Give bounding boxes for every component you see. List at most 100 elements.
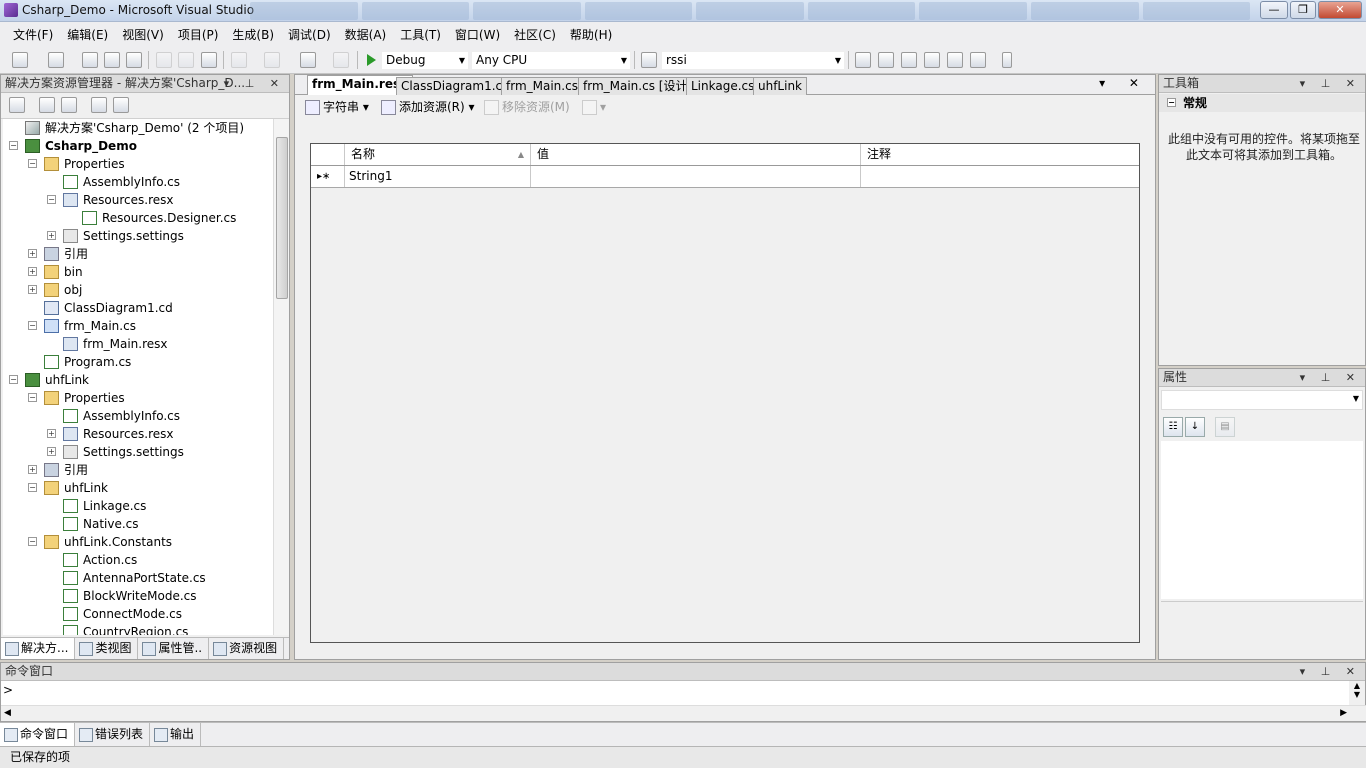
paste-icon[interactable] [201, 52, 217, 68]
collapse-icon[interactable]: − [28, 159, 37, 168]
add-item-icon[interactable] [48, 52, 64, 68]
property-pages-icon[interactable]: ▤ [1215, 417, 1235, 437]
view-code-icon[interactable] [91, 97, 107, 113]
toolbox-group-general[interactable]: − 常规 [1159, 94, 1365, 112]
solution-platform-dropdown[interactable]: Any CPU ▼ [471, 51, 631, 70]
tree-item[interactable]: Action.cs [3, 551, 273, 569]
start-debugging-icon[interactable] [367, 54, 376, 66]
bottom-tab[interactable]: 错误列表 [75, 723, 151, 746]
close-window-button[interactable]: ✕ [1318, 1, 1362, 19]
tree-item[interactable]: AssemblyInfo.cs [3, 173, 273, 191]
menu-item[interactable]: 数据(A) [338, 26, 394, 43]
refresh-icon[interactable] [61, 97, 77, 113]
collapse-icon[interactable]: − [28, 321, 37, 330]
explorer-tab[interactable]: 资源视图 [209, 638, 285, 659]
column-header-value[interactable]: 值 [531, 144, 861, 165]
cell-comment[interactable] [861, 166, 1139, 187]
table-row[interactable]: ▸∗ String1 [311, 166, 1139, 188]
solution-configuration-dropdown[interactable]: Debug ▼ [381, 51, 469, 70]
expand-icon[interactable]: + [47, 447, 56, 456]
explorer-tab[interactable]: 类视图 [75, 638, 139, 659]
command-horizontal-scrollbar[interactable]: ◀ ▶ [1, 705, 1366, 721]
tree-item[interactable]: + Settings.settings [3, 443, 273, 461]
tree-item[interactable]: AssemblyInfo.cs [3, 407, 273, 425]
panel-header-buttons[interactable]: ▾ ⊥ ✕ [1300, 663, 1361, 680]
column-header-comment[interactable]: 注释 [861, 144, 1139, 165]
save-all-icon[interactable] [126, 52, 142, 68]
expand-icon[interactable]: + [28, 465, 37, 474]
cell-value[interactable] [531, 166, 861, 187]
document-tab[interactable]: frm_Main.cs [501, 77, 583, 95]
tree-item[interactable]: AntennaPortState.cs [3, 569, 273, 587]
document-tab[interactable]: Linkage.cs [686, 77, 760, 95]
tree-item[interactable]: BlockWriteMode.cs [3, 587, 273, 605]
tree-item[interactable]: − uhfLink [3, 371, 273, 389]
menu-item[interactable]: 窗口(W) [448, 26, 507, 43]
maximize-button[interactable]: ❐ [1290, 1, 1316, 19]
alphabetical-icon[interactable]: ↓ [1185, 417, 1205, 437]
tree-item[interactable]: ConnectMode.cs [3, 605, 273, 623]
bottom-tab[interactable]: 输出 [150, 723, 202, 746]
minimize-button[interactable]: — [1260, 1, 1288, 19]
tree-item[interactable]: Program.cs [3, 353, 273, 371]
tree-item[interactable]: − uhfLink [3, 479, 273, 497]
save-icon[interactable] [104, 52, 120, 68]
tree-item[interactable]: ClassDiagram1.cd [3, 299, 273, 317]
strings-dropdown-button[interactable]: 字符串 ▾ [305, 98, 369, 116]
bottom-tab[interactable]: 命令窗口 [0, 723, 76, 746]
cell-name[interactable]: String1 [345, 166, 531, 187]
panel-header-buttons[interactable]: ▾ ⊥ ✕ [224, 75, 285, 92]
scrollbar-thumb[interactable] [276, 137, 288, 299]
panel-header-buttons[interactable]: ▾ ⊥ ✕ [1300, 369, 1361, 386]
collapse-icon[interactable]: − [47, 195, 56, 204]
tree-item[interactable]: frm_Main.resx [3, 335, 273, 353]
command-prompt[interactable]: > [3, 683, 13, 697]
command-window-icon[interactable] [970, 52, 986, 68]
collapse-icon[interactable]: − [9, 375, 18, 384]
document-tab-buttons[interactable]: ▾ ✕ [1099, 76, 1149, 90]
expand-icon[interactable]: + [28, 267, 37, 276]
add-resource-button[interactable]: 添加资源(R) ▾ [381, 98, 475, 116]
menu-item[interactable]: 帮助(H) [563, 26, 619, 43]
tree-item[interactable]: + Resources.resx [3, 425, 273, 443]
properties-window-icon[interactable] [878, 52, 894, 68]
view-designer-icon[interactable] [113, 97, 129, 113]
categorized-icon[interactable]: ☷ [1163, 417, 1183, 437]
tree-item[interactable]: − Properties [3, 155, 273, 173]
object-selector-dropdown[interactable]: ▼ [1161, 390, 1363, 410]
toolbar-overflow-icon[interactable] [1002, 52, 1012, 68]
open-file-icon[interactable] [82, 52, 98, 68]
navigate-forward-icon[interactable] [333, 52, 349, 68]
collapse-icon[interactable]: − [9, 141, 18, 150]
menu-item[interactable]: 编辑(E) [60, 26, 115, 43]
tree-item[interactable]: CountryRegion.cs [3, 623, 273, 635]
expand-icon[interactable]: + [47, 231, 56, 240]
panel-header-buttons[interactable]: ▾ ⊥ ✕ [1300, 75, 1361, 92]
navigate-backward-icon[interactable] [300, 52, 316, 68]
find-in-files-icon[interactable] [641, 52, 657, 68]
tree-item[interactable]: − Resources.resx [3, 191, 273, 209]
command-vertical-scrollbar[interactable]: ▲ ▼ [1349, 681, 1365, 705]
menu-item[interactable]: 社区(C) [507, 26, 563, 43]
undo-icon[interactable] [231, 52, 247, 68]
copy-icon[interactable] [178, 52, 194, 68]
explorer-tab[interactable]: 属性管.. [138, 638, 210, 659]
solution-tree-scrollbar[interactable] [273, 119, 289, 635]
document-tab[interactable]: frm_Main.cs [设计] [578, 77, 698, 95]
scroll-right-icon[interactable]: ▶ [1340, 708, 1347, 718]
menu-item[interactable]: 项目(P) [171, 26, 226, 43]
find-combo[interactable]: rssi ▼ [661, 51, 845, 70]
tree-item[interactable]: + Settings.settings [3, 227, 273, 245]
properties-icon[interactable] [9, 97, 25, 113]
tree-item[interactable]: − Properties [3, 389, 273, 407]
start-page-icon[interactable] [947, 52, 963, 68]
tree-item[interactable]: − Csharp_Demo [3, 137, 273, 155]
tree-item[interactable]: − uhfLink.Constants [3, 533, 273, 551]
remove-resource-button[interactable]: 移除资源(M) [484, 98, 570, 116]
tree-item[interactable]: Resources.Designer.cs [3, 209, 273, 227]
document-tab[interactable]: ClassDiagram1.cd [396, 77, 515, 95]
menu-item[interactable]: 生成(B) [225, 26, 281, 43]
column-header-name[interactable]: 名称 ▲ [345, 144, 531, 165]
tree-item[interactable]: + obj [3, 281, 273, 299]
tree-item[interactable]: + bin [3, 263, 273, 281]
